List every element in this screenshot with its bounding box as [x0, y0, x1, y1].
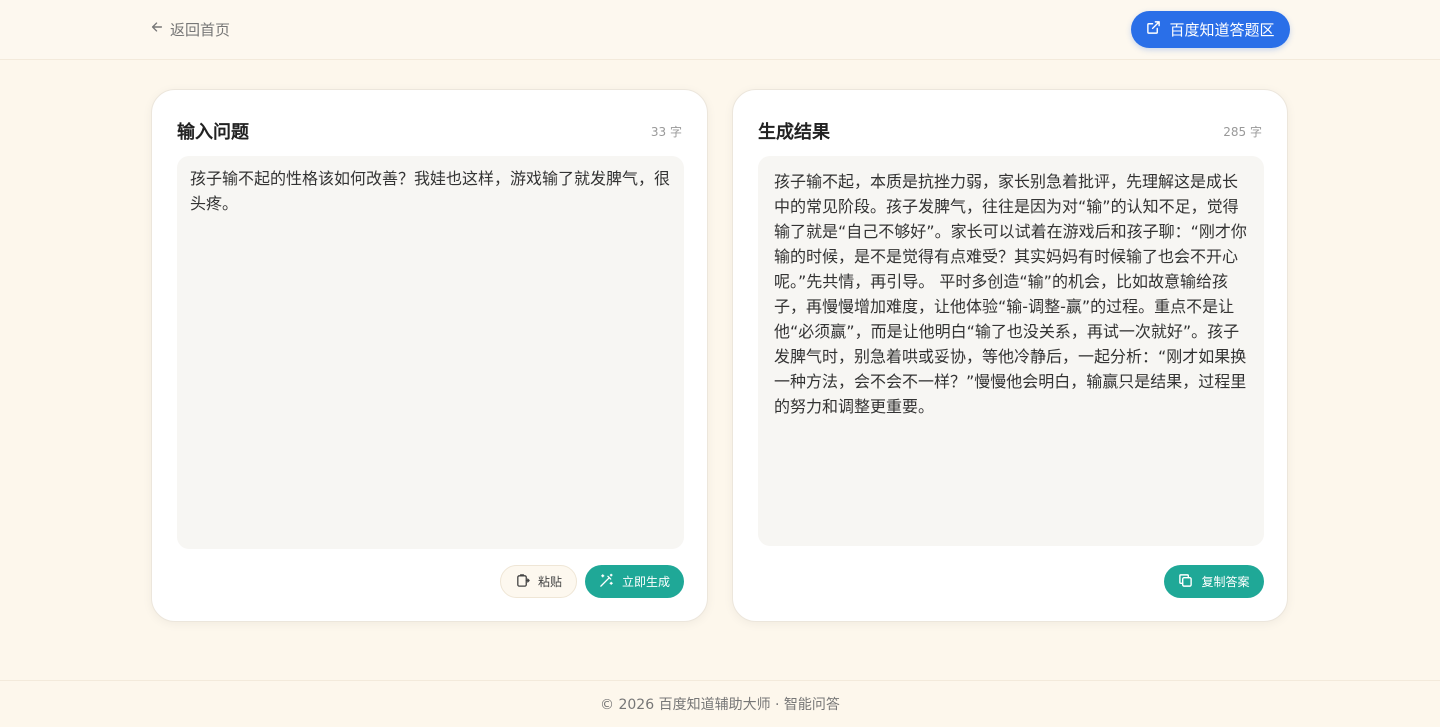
question-input[interactable]: 孩子输不起的性格该如何改善？我娃也这样，游戏输了就发脾气，很头疼。: [177, 156, 684, 549]
generate-button[interactable]: 立即生成: [585, 565, 684, 598]
arrow-left-icon: [150, 20, 164, 38]
zhidao-answer-area-button[interactable]: 百度知道答题区: [1131, 11, 1290, 48]
back-home-link[interactable]: 返回首页: [150, 18, 230, 40]
copy-answer-label: 复制答案: [1201, 575, 1250, 589]
paste-button[interactable]: 粘贴: [500, 565, 577, 598]
magic-wand-icon: [599, 573, 614, 591]
generated-answer-text: 孩子输不起，本质是抗挫力弱，家长别急着批评，先理解这是成长中的常见阶段。孩子发脾…: [758, 156, 1264, 546]
clipboard-icon: [515, 573, 530, 591]
copy-answer-button[interactable]: 复制答案: [1164, 565, 1264, 598]
output-char-count: 285 字: [1223, 125, 1262, 139]
top-bar: 返回首页 百度知道答题区: [0, 0, 1440, 60]
paste-label: 粘贴: [537, 575, 562, 589]
input-card: 输入问题 33 字 孩子输不起的性格该如何改善？我娃也这样，游戏输了就发脾气，很…: [151, 89, 708, 622]
input-card-title: 输入问题: [177, 122, 249, 143]
output-card: 生成结果 285 字 孩子输不起，本质是抗挫力弱，家长别急着批评，先理解这是成长…: [732, 89, 1288, 622]
zhidao-button-label: 百度知道答题区: [1169, 21, 1275, 39]
copy-icon: [1178, 573, 1193, 591]
back-home-label: 返回首页: [170, 20, 231, 39]
footer: © 2026 百度知道辅助大师 · 智能问答: [0, 680, 1440, 727]
footer-text: © 2026 百度知道辅助大师 · 智能问答: [600, 697, 840, 713]
external-link-icon: [1146, 20, 1161, 39]
generate-label: 立即生成: [621, 575, 670, 589]
input-char-count: 33 字: [650, 125, 682, 139]
output-card-title: 生成结果: [758, 122, 830, 143]
